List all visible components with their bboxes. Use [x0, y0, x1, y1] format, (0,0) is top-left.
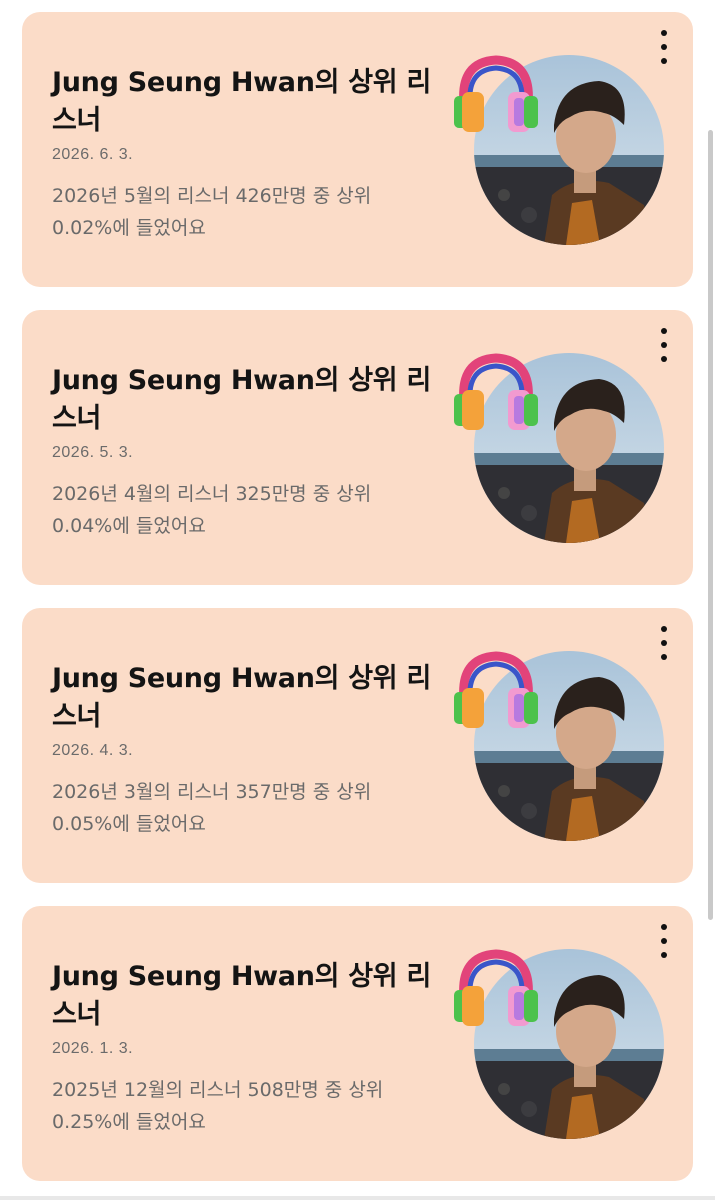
more-vertical-icon-dot: [661, 640, 667, 646]
card-date: 2026. 6. 3.: [52, 146, 134, 163]
divider: [0, 1196, 715, 1200]
more-vertical-icon-dot: [661, 342, 667, 348]
more-vertical-icon: [661, 924, 667, 930]
top-listener-card[interactable]: Jung Seung Hwan의 상위 리스너 2026. 6. 3. 2026…: [22, 12, 693, 287]
headphones-icon: [454, 353, 538, 430]
more-vertical-icon-dot: [661, 44, 667, 50]
card-title: Jung Seung Hwan의 상위 리스너: [52, 663, 431, 732]
card-title: Jung Seung Hwan의 상위 리스너: [52, 67, 431, 136]
top-listener-card[interactable]: Jung Seung Hwan의 상위 리스너 2026. 1. 3. 2025…: [22, 906, 693, 1181]
more-vertical-icon: [661, 30, 667, 36]
top-listener-feed: Jung Seung Hwan의 상위 리스너 2026. 6. 3. 2026…: [0, 0, 715, 1200]
card-description: 2026년 5월의 리스너 426만명 중 상위 0.02%에 들었어요: [52, 185, 372, 239]
more-vertical-icon: [661, 626, 667, 632]
card-description: 2026년 4월의 리스너 325만명 중 상위 0.04%에 들었어요: [52, 483, 372, 537]
card-description: 2026년 3월의 리스너 357만명 중 상위 0.05%에 들었어요: [52, 781, 372, 835]
artist-avatar-group: [452, 350, 667, 550]
card-date: 2026. 1. 3.: [52, 1040, 134, 1057]
artist-avatar-group: [452, 946, 667, 1146]
artist-avatar-group: [452, 52, 667, 252]
headphones-icon: [454, 949, 538, 1026]
top-listener-card[interactable]: Jung Seung Hwan의 상위 리스너 2026. 4. 3. 2026…: [22, 608, 693, 883]
top-listener-card[interactable]: Jung Seung Hwan의 상위 리스너 2026. 5. 3. 2026…: [22, 310, 693, 585]
card-date: 2026. 4. 3.: [52, 742, 134, 759]
card-title: Jung Seung Hwan의 상위 리스너: [52, 365, 431, 434]
artist-avatar-group: [452, 648, 667, 848]
card-title: Jung Seung Hwan의 상위 리스너: [52, 961, 431, 1030]
card-date: 2026. 5. 3.: [52, 444, 134, 461]
headphones-icon: [454, 651, 538, 728]
card-description: 2025년 12월의 리스너 508만명 중 상위 0.25%에 들었어요: [52, 1079, 384, 1133]
scrollbar[interactable]: [708, 130, 713, 920]
headphones-icon: [454, 55, 538, 132]
more-vertical-icon: [661, 328, 667, 334]
more-vertical-icon-dot: [661, 938, 667, 944]
